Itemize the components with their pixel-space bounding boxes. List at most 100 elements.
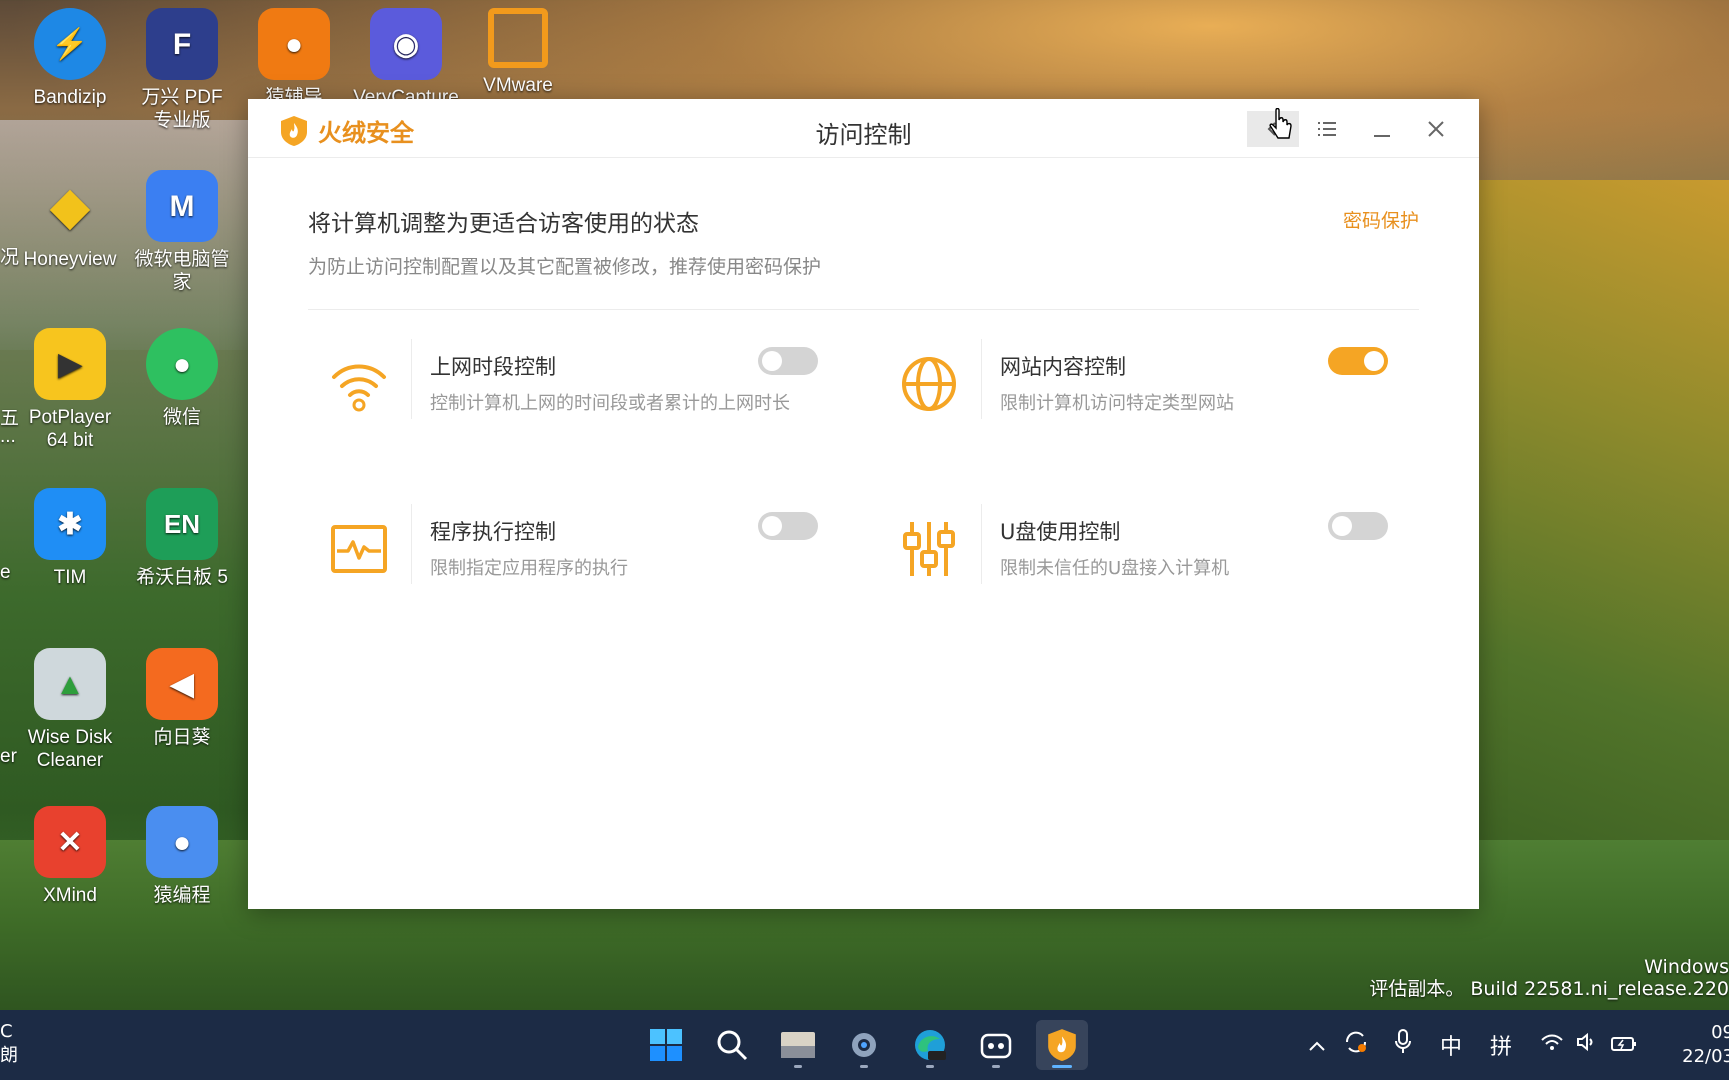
desktop-icon-verycapture[interactable]: ◉ VeryCapture [350, 8, 462, 109]
control-grid: 上网时段控制 控制计算机上网的时间段或者累计的上网时长 网站内容控制 限制计算机… [308, 339, 1418, 679]
xmind-icon: ✕ [34, 806, 106, 878]
desktop-icon-bandizip[interactable]: ⚡ Bandizip [14, 8, 126, 109]
card-title: 上网时段控制 [430, 355, 556, 379]
toggle-knob [762, 516, 782, 536]
desktop-icon-sunflower[interactable]: ◀ 向日葵 [126, 648, 238, 749]
watermark-line: 评估副本。 Build 22581.ni_release.220 [1369, 978, 1729, 1000]
desktop-icon-honeyview[interactable]: ◆ Honeyview [14, 170, 126, 271]
taskbar: C 朗 中 拼 09 22/03 [0, 1010, 1729, 1080]
desktop-icon-label: 万兴 PDF 专业版 [141, 87, 223, 131]
toggle-knob [1332, 516, 1352, 536]
card-description: 限制计算机访问特定类型网站 [1000, 393, 1234, 414]
huorong-shield-icon [1048, 1029, 1076, 1061]
taskbar-file-explorer[interactable] [772, 1020, 824, 1070]
wifi-status-icon[interactable] [1534, 1032, 1570, 1058]
desktop-icon-yuanfudao[interactable]: ● 猿辅导 [238, 8, 350, 109]
desktop-icon-yuanbiancheng[interactable]: ● 猿编程 [126, 806, 238, 907]
taskbar-edge-dev[interactable] [904, 1020, 956, 1070]
pdf-editor-icon: F [146, 8, 218, 80]
minimize-icon [1374, 135, 1390, 137]
desktop-icon-label: 微信 [162, 407, 201, 428]
section-subtitle: 为防止访问控制配置以及其它配置被修改，推荐使用密码保护 [308, 256, 822, 278]
desktop-partial-label: er [0, 746, 17, 767]
card-divider [411, 339, 412, 419]
verycapture-icon: ◉ [370, 8, 442, 80]
desktop-icon-pc-manager[interactable]: M 微软电脑管家 [126, 170, 238, 294]
clock-date: 22/03 [1682, 1046, 1729, 1067]
menu-button[interactable] [1301, 111, 1353, 147]
desktop-icon-label: Bandizip [33, 87, 107, 108]
taskbar-app-bot[interactable] [970, 1020, 1022, 1070]
taskbar-settings[interactable] [838, 1020, 890, 1070]
ime-language[interactable]: 中 [1426, 1029, 1476, 1061]
close-icon [1428, 121, 1444, 137]
taskbar-huorong[interactable] [1036, 1020, 1088, 1070]
wallpaper-hillside [1470, 180, 1729, 880]
card-title: 程序执行控制 [430, 520, 556, 544]
title-bar[interactable]: 火绒安全 访问控制 [248, 99, 1479, 158]
content-area: 将计算机调整为更适合访客使用的状态 为防止访问控制配置以及其它配置被修改，推荐使… [248, 158, 1479, 310]
weather-temp: C [0, 1021, 13, 1042]
watermark-line: Windows [1644, 956, 1729, 978]
desktop-icon-potplayer[interactable]: ▶ PotPlayer 64 bit [14, 328, 126, 452]
yuanbiancheng-icon: ● [146, 806, 218, 878]
edge-dev-icon [915, 1030, 946, 1060]
search-button[interactable] [706, 1020, 758, 1070]
close-button[interactable] [1410, 111, 1462, 147]
internet-time-toggle[interactable] [758, 347, 818, 375]
ime-mode[interactable]: 拼 [1476, 1029, 1526, 1061]
desktop-icon-vmware[interactable]: VMware [462, 8, 574, 97]
activity-monitor-icon [328, 514, 390, 584]
vmware-icon [488, 8, 548, 68]
desktop-icon-label: XMind [43, 885, 97, 906]
desktop-icon-wise-disk-cleaner[interactable]: ▲ Wise Disk Cleaner [14, 648, 126, 772]
start-button[interactable] [640, 1020, 692, 1070]
system-tray: 中 拼 09 22/03 [1302, 1010, 1729, 1080]
section-title: 将计算机调整为更适合访客使用的状态 [308, 211, 699, 237]
bandizip-icon: ⚡ [34, 8, 106, 80]
desktop-icon-pdf[interactable]: F 万兴 PDF 专业版 [126, 8, 238, 132]
windows-watermark: Windows 评估副本。 Build 22581.ni_release.220 [1369, 956, 1729, 1000]
globe-icon [898, 349, 960, 419]
wechat-icon: ● [146, 328, 218, 400]
card-website-content-control: 网站内容控制 限制计算机访问特定类型网站 [878, 339, 1398, 449]
desktop-icon-xmind[interactable]: ✕ XMind [14, 806, 126, 907]
toggle-knob [1364, 351, 1384, 371]
battery-icon[interactable] [1604, 1033, 1644, 1058]
program-execution-toggle[interactable] [758, 512, 818, 540]
desktop-icon-label: TIM [53, 567, 87, 588]
tim-icon: ✱ [34, 488, 106, 560]
card-divider [411, 504, 412, 584]
pc-manager-icon: M [146, 170, 218, 242]
card-divider [981, 339, 982, 419]
chevron-up-icon[interactable] [1302, 1033, 1332, 1058]
running-indicator [992, 1065, 1000, 1068]
yuanfudao-icon: ● [258, 8, 330, 80]
running-indicator [860, 1065, 868, 1068]
running-indicator [1052, 1065, 1072, 1068]
desktop-icon-label: 希沃白板 5 [136, 567, 228, 588]
website-content-toggle[interactable] [1328, 347, 1388, 375]
card-description: 限制未信任的U盘接入计算机 [1000, 558, 1230, 579]
card-description: 限制指定应用程序的执行 [430, 558, 628, 579]
desktop-icon-label: VMware [483, 75, 553, 96]
sunflower-icon: ◀ [146, 648, 218, 720]
clock-time: 09 [1711, 1022, 1729, 1043]
usb-control-toggle[interactable] [1328, 512, 1388, 540]
weather-widget[interactable]: C 朗 [0, 1020, 18, 1068]
desktop-icon-wechat[interactable]: ● 微信 [126, 328, 238, 429]
sliders-icon [898, 514, 960, 584]
clock[interactable]: 09 22/03 [1674, 1021, 1729, 1069]
robot-app-icon [980, 1033, 1012, 1059]
card-description: 控制计算机上网的时间段或者累计的上网时长 [430, 393, 790, 414]
running-indicator [926, 1065, 934, 1068]
minimize-button[interactable] [1356, 111, 1408, 147]
desktop-icon-seewo[interactable]: EN 希沃白板 5 [126, 488, 238, 589]
desktop-icon-tim[interactable]: ✱ TIM [14, 488, 126, 589]
password-protect-link[interactable]: 密码保护 [1343, 206, 1419, 233]
volume-icon[interactable] [1570, 1032, 1604, 1058]
sync-icon[interactable] [1332, 1029, 1380, 1061]
windows-logo-icon [650, 1029, 682, 1061]
desktop-icon-label: 向日葵 [153, 727, 211, 748]
microphone-icon[interactable] [1380, 1029, 1426, 1061]
